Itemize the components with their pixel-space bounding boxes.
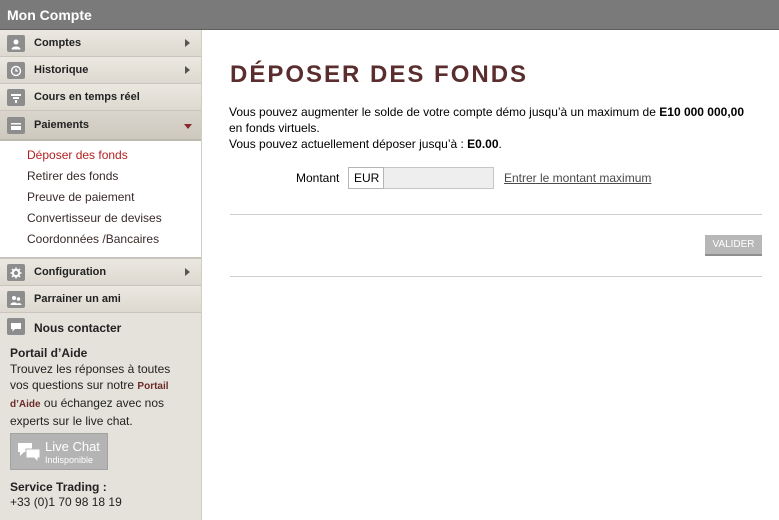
help-section: Portail d’Aide Trouvez les réponses à to… [0, 343, 201, 429]
sidebar-item-label: Parrainer un ami [34, 293, 121, 305]
contact-header: Nous contacter [0, 313, 201, 343]
sidebar-item-cours[interactable]: Cours en temps réel [0, 84, 201, 111]
intro-period: . [498, 137, 502, 151]
sidebar-item-label: Cours en temps réel [34, 91, 140, 103]
page-title: DÉPOSER DES FONDS [230, 61, 529, 88]
intro-line-1: Vous pouvez augmenter le solde de votre … [229, 105, 656, 119]
amount-label: Montant [296, 171, 340, 185]
service-phone: +33 (0)1 70 98 18 19 [10, 495, 122, 509]
sidebar-item-parrainer[interactable]: Parrainer un ami [0, 286, 201, 313]
submenu-bank-details-link[interactable]: Coordonnées /Bancaires [0, 230, 201, 251]
sidebar-item-label: Comptes [34, 37, 82, 49]
sidebar-item-comptes[interactable]: Comptes [0, 30, 201, 57]
intro-line-3: Vous pouvez actuellement déposer jusqu’à… [229, 137, 464, 151]
divider-bottom [230, 276, 762, 277]
submenu-withdraw-link[interactable]: Retirer des fonds [0, 167, 201, 188]
chat-bubbles-icon [18, 443, 41, 463]
service-label: Service Trading : [10, 480, 107, 494]
amount-input[interactable] [384, 167, 494, 189]
contact-label: Nous contacter [34, 321, 122, 335]
card-icon [7, 117, 25, 134]
currency-box: EUR [348, 167, 384, 189]
livechat-title: Live Chat [45, 439, 100, 454]
submenu-deposit-link[interactable]: Déposer des fonds [0, 146, 201, 167]
sidebar-item-label: Configuration [34, 266, 107, 278]
sidebar-item-label: Paiements [34, 119, 90, 131]
chevron-down-icon [184, 124, 192, 129]
payments-submenu: Déposer des fonds Retirer des fonds Preu… [0, 141, 201, 259]
divider-top [230, 214, 762, 215]
intro-max-amount: E10 000 000,00 [659, 105, 745, 119]
chat-bubble-icon [7, 318, 25, 335]
sidebar-item-paiements[interactable]: Paiements [0, 111, 201, 141]
user-icon [7, 35, 25, 52]
submenu-converter-link[interactable]: Convertisseur de devises [0, 209, 201, 230]
chevron-right-icon [185, 66, 190, 74]
livechat-button[interactable]: Live Chat Indisponible [10, 433, 108, 470]
gear-icon [7, 264, 25, 281]
chevron-right-icon [185, 268, 190, 276]
main-content: DÉPOSER DES FONDS Vous pouvez augmenter … [203, 30, 779, 520]
intro-available-amount: E0.00 [467, 137, 499, 151]
window-title: Mon Compte [7, 7, 92, 23]
users-icon [7, 291, 25, 308]
sidebar: Comptes Historique Cours en temps réel P… [0, 30, 202, 520]
window-titlebar: Mon Compte [0, 0, 779, 30]
help-title: Portail d’Aide [10, 346, 88, 360]
intro-text: Vous pouvez augmenter le solde de votre … [229, 104, 769, 152]
max-amount-link[interactable]: Entrer le montant maximum [504, 171, 651, 185]
intro-line-2: en fonds virtuels. [229, 121, 320, 135]
submenu-proof-link[interactable]: Preuve de paiement [0, 188, 201, 209]
validate-button[interactable]: VALIDER [705, 235, 762, 256]
service-trading: Service Trading : +33 (0)1 70 98 18 19 [10, 480, 122, 510]
sidebar-item-label: Historique [34, 64, 89, 76]
livechat-status: Indisponible [45, 455, 94, 465]
sidebar-item-configuration[interactable]: Configuration [0, 259, 201, 286]
chevron-right-icon [185, 39, 190, 47]
history-icon [7, 62, 25, 79]
filter-icon [7, 89, 25, 106]
sidebar-item-historique[interactable]: Historique [0, 57, 201, 84]
